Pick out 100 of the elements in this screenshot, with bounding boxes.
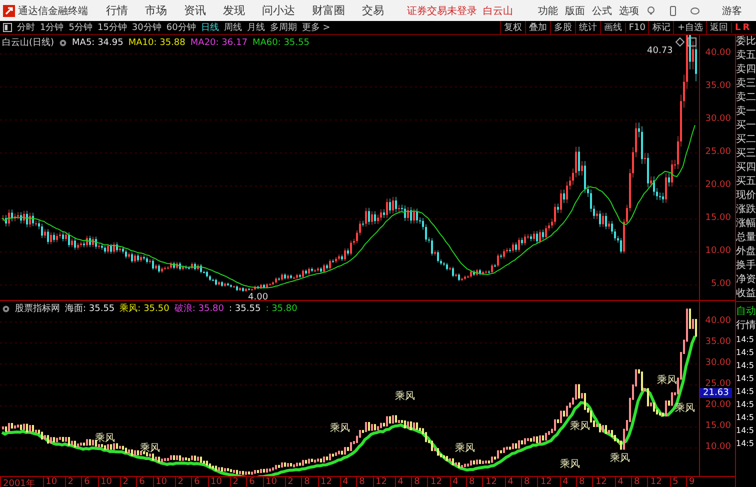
period-tab[interactable]: 分时 bbox=[17, 21, 35, 34]
axis-label: 6 bbox=[136, 477, 145, 487]
panel-toggle-icon[interactable] bbox=[3, 23, 12, 32]
tool-button[interactable]: 叠加 bbox=[524, 21, 550, 34]
quote-field-label: 买三 bbox=[736, 147, 756, 161]
axis-label: 12 bbox=[537, 477, 552, 487]
login-status[interactable]: 证券交易未登录 bbox=[407, 4, 477, 18]
panel-tab[interactable]: R bbox=[742, 22, 750, 32]
menu-item[interactable]: 问小达 bbox=[262, 3, 295, 18]
indicator-value: MA5: 34.95 bbox=[72, 38, 124, 48]
signal-label: 乘风 bbox=[330, 423, 350, 434]
axis-label: 12 bbox=[372, 477, 387, 487]
axis-label: 10.00 bbox=[705, 442, 731, 452]
axis-label: 6 bbox=[81, 477, 90, 487]
logo-icon bbox=[3, 4, 15, 16]
menu-item[interactable]: 功能 bbox=[538, 4, 558, 18]
menu-item[interactable]: 交易 bbox=[362, 3, 384, 18]
menu-item[interactable]: 选项 bbox=[619, 4, 639, 18]
quote-field-label: 委比 bbox=[736, 35, 756, 49]
axis-label: 10.00 bbox=[705, 246, 731, 256]
signal-label: 乘风 bbox=[570, 421, 590, 432]
square-icon[interactable] bbox=[688, 38, 696, 46]
bulb-icon[interactable] bbox=[646, 6, 656, 16]
tool-button[interactable]: 统计 bbox=[574, 21, 600, 34]
period-tab[interactable]: 30分钟 bbox=[132, 21, 162, 34]
axis-label: 2 bbox=[284, 477, 294, 487]
tick-time: 14:5 bbox=[736, 334, 755, 346]
axis-label: 15.00 bbox=[705, 421, 731, 431]
indicator-value: MA20: 36.17 bbox=[190, 38, 248, 48]
axis-label: 10 bbox=[152, 477, 168, 487]
settings-icon[interactable] bbox=[59, 38, 68, 46]
axis-label: 12 bbox=[592, 477, 607, 487]
signal-label: 乘风 bbox=[395, 391, 415, 402]
quote-field-label: 总量 bbox=[736, 231, 756, 245]
axis-label: 12 bbox=[318, 477, 332, 487]
tick-time: 14:5 bbox=[736, 438, 755, 450]
quote-tab[interactable]: 行情 bbox=[736, 319, 756, 333]
menu-item[interactable]: 公式 bbox=[592, 4, 612, 18]
quote-field-label: 卖一 bbox=[736, 105, 756, 119]
menu-item[interactable]: 发现 bbox=[223, 3, 245, 18]
period-tab[interactable]: 1分钟 bbox=[40, 21, 64, 34]
quote-tab[interactable]: 自动 bbox=[736, 305, 756, 319]
axis-label: 12 bbox=[427, 477, 442, 487]
axis-label: 4 bbox=[394, 477, 404, 487]
axis-label: 10 bbox=[98, 477, 112, 487]
menu-item[interactable]: 版面 bbox=[565, 4, 585, 18]
user-name[interactable]: 游客 bbox=[722, 4, 742, 18]
period-tab[interactable]: 5分钟 bbox=[68, 21, 92, 34]
current-price-tag: 21.63 bbox=[700, 388, 732, 398]
tick-time: 14:5 bbox=[736, 347, 755, 359]
menu-item[interactable]: 资讯 bbox=[184, 3, 206, 18]
settings-icon[interactable] bbox=[2, 304, 10, 312]
axis-label: 6 bbox=[191, 477, 200, 487]
period-tab[interactable]: 月线 bbox=[246, 21, 265, 34]
indicator-value: 破浪: 35.80 bbox=[174, 302, 224, 315]
axis-label: 4 bbox=[504, 477, 514, 487]
axis-label: 20.00 bbox=[705, 180, 731, 190]
axis-label: 8 bbox=[301, 477, 310, 487]
menu-item[interactable]: 市场 bbox=[145, 3, 167, 18]
axis-label: 12 bbox=[482, 477, 497, 487]
tool-button[interactable]: 返回 bbox=[706, 21, 731, 34]
tool-button[interactable]: 画线 bbox=[600, 21, 625, 34]
indicator-value: MA60: 35.55 bbox=[252, 38, 310, 48]
phone-icon[interactable] bbox=[668, 6, 678, 16]
quote-field-label: 买一 bbox=[736, 119, 756, 133]
axis-label: 20.00 bbox=[705, 400, 731, 410]
axis-label: 5.00 bbox=[710, 279, 731, 289]
axis-label: 2 bbox=[120, 477, 128, 487]
quote-field-label: 净资 bbox=[736, 273, 756, 287]
low-price-label: 4.00 bbox=[248, 292, 268, 300]
diamond-icon[interactable] bbox=[675, 37, 685, 47]
period-tab[interactable]: 更多 > bbox=[302, 21, 330, 34]
indicator-value: MA10: 35.88 bbox=[128, 38, 186, 48]
menu-item[interactable]: 财富圈 bbox=[312, 3, 345, 18]
axis-label: 40.00 bbox=[705, 48, 731, 58]
period-tab[interactable]: 日线 bbox=[200, 21, 219, 34]
tool-button[interactable]: 标记 bbox=[648, 21, 674, 34]
tool-button[interactable]: 复权 bbox=[500, 21, 525, 34]
axis-label: 30.00 bbox=[705, 358, 731, 368]
tool-button[interactable]: +自选 bbox=[673, 21, 706, 34]
signal-label: 乘风 bbox=[455, 443, 475, 454]
period-tab[interactable]: 15分钟 bbox=[97, 21, 127, 34]
axis-label: 4 bbox=[450, 477, 458, 487]
quote-field-label: 买四 bbox=[736, 161, 756, 175]
period-tab[interactable]: 60分钟 bbox=[166, 21, 196, 34]
axis-label: 2 bbox=[174, 477, 184, 487]
period-tab[interactable]: 周线 bbox=[224, 21, 242, 34]
indicator-value: : 35.80 bbox=[266, 304, 298, 314]
panel-tab[interactable]: L bbox=[735, 22, 741, 32]
axis-label: 8 bbox=[356, 477, 365, 487]
tool-button[interactable]: F10 bbox=[624, 22, 648, 32]
axis-label: 8 bbox=[466, 477, 475, 487]
period-tab[interactable]: 多周期 bbox=[270, 21, 297, 34]
signal-label: 乘风 bbox=[675, 403, 695, 414]
axis-label: 5 bbox=[670, 477, 678, 487]
menu-item[interactable]: 行情 bbox=[106, 3, 128, 18]
tick-time: 14:5 bbox=[736, 425, 755, 437]
tool-button[interactable]: 多股 bbox=[550, 21, 575, 34]
axis-label: 15.00 bbox=[705, 213, 731, 223]
tick-time: 14:5 bbox=[736, 399, 755, 411]
